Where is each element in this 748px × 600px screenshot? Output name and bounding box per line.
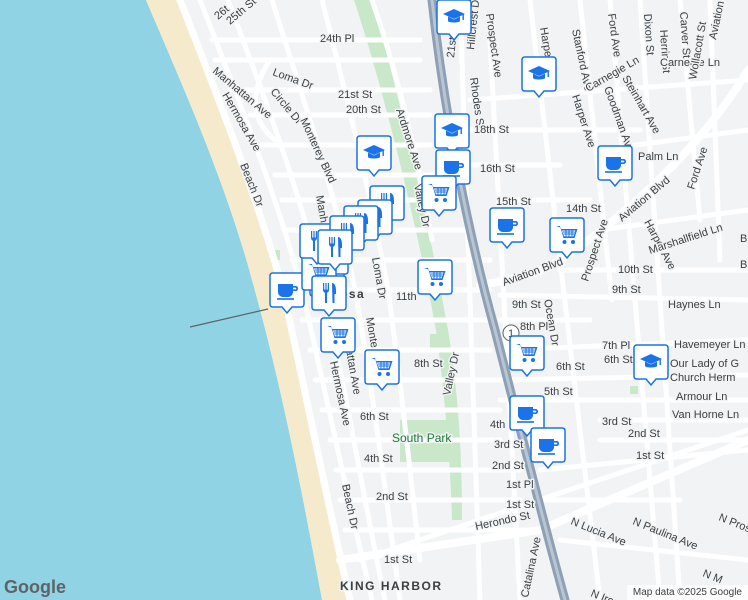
- street-label-11th-st: 11th: [396, 291, 417, 303]
- map-marker-cafe-4[interactable]: [269, 272, 305, 315]
- map-marker-cafe-2[interactable]: [597, 145, 633, 188]
- street-label-1st-st: 1st St: [384, 554, 412, 566]
- street-label-armour-ln: Armour Ln: [676, 391, 727, 403]
- street-label-15th-st: 15th St: [496, 196, 531, 208]
- street-label-1st-st-m: 1st St: [506, 499, 534, 511]
- map-marker-school-4[interactable]: [356, 135, 392, 178]
- street-label-havemeyer-ln: Havemeyer Ln: [674, 339, 746, 351]
- street-label-1st-st-e: 1st St: [636, 450, 664, 462]
- street-label-b: B: [740, 233, 747, 245]
- street-label-van-horne-ln: Van Horne Ln: [672, 409, 739, 421]
- street-label-6th-st-m: 6th St: [556, 361, 585, 373]
- street-label-2nd-st-e: 2nd St: [628, 428, 660, 440]
- map-marker-shop-5[interactable]: [364, 349, 400, 392]
- street-label-8th-st: 8th St: [414, 358, 443, 370]
- street-label-church-2: Church Herm: [670, 372, 735, 384]
- street-label-10th-st: 10th St: [618, 264, 653, 276]
- street-label-20th-st: 20th St: [346, 104, 381, 116]
- map-marker-school-5[interactable]: [633, 344, 669, 387]
- street-label-18th-st: 18th St: [474, 124, 509, 136]
- street-label-9th-st-e: 9th St: [612, 284, 641, 296]
- street-label-5th-st: 5th St: [544, 386, 573, 398]
- street-label-2nd-st: 2nd St: [376, 491, 408, 503]
- street-label-7th-pl: 7th Pl: [602, 340, 630, 352]
- street-label-haynes-ln: Haynes Ln: [668, 299, 721, 311]
- map-marker-cafe-3[interactable]: [489, 207, 525, 250]
- map-marker-school-1[interactable]: [436, 0, 472, 42]
- street-label-24th-pl: 24th Pl: [320, 33, 354, 45]
- map-marker-shop-1[interactable]: [421, 175, 457, 218]
- street-label-16th-st: 16th St: [480, 163, 515, 175]
- street-label-8th-pl: 8th Pl: [520, 321, 548, 333]
- street-label-south-park: South Park: [392, 431, 452, 445]
- street-label-4th-st-m: 4th: [490, 419, 505, 431]
- street-label-14th-st: 14th St: [566, 203, 601, 215]
- map-marker-school-2[interactable]: [521, 56, 557, 99]
- map-marker-shop-4[interactable]: [320, 317, 356, 360]
- map-marker-food-7[interactable]: [317, 229, 353, 272]
- park-small-3: [630, 386, 638, 394]
- street-label-bl: Bl: [740, 259, 748, 271]
- street-label-6th-st: 6th St: [360, 411, 389, 423]
- street-label-king-harbor: KING HARBOR: [340, 579, 443, 593]
- map-marker-school-3[interactable]: [434, 113, 470, 156]
- map-marker-shop-3[interactable]: [417, 259, 453, 302]
- map-marker-food-4[interactable]: [311, 275, 347, 318]
- street-label-1st-pl: 1st Pl: [506, 479, 534, 491]
- map-canvas[interactable]: 1 26t25th St24th PlLoma DrManhattan AveC…: [0, 0, 748, 600]
- map-attribution[interactable]: Map data ©2025 Google: [626, 585, 748, 600]
- map-marker-shop-2[interactable]: [549, 217, 585, 260]
- street-label-3rd-st-e: 3rd St: [602, 416, 631, 428]
- street-label-church-1: Our Lady of G: [670, 358, 739, 370]
- street-label-4th-st: 4th St: [364, 453, 393, 465]
- street-label-2nd-st-m: 2nd St: [492, 460, 524, 472]
- street-label-3rd-st: 3rd St: [494, 439, 523, 451]
- street-label-palm-ln: Palm Ln: [638, 151, 678, 163]
- map-marker-cafe-6[interactable]: [530, 427, 566, 470]
- google-logo: Google: [4, 577, 66, 597]
- park-small-2: [430, 334, 438, 348]
- marker-background: [311, 275, 347, 318]
- marker-background: [317, 229, 353, 272]
- map-marker-shop-6[interactable]: [509, 335, 545, 378]
- street-label-6th-st-e: 6th St: [604, 354, 633, 366]
- street-label-9th-st: 9th St: [512, 299, 541, 311]
- street-label-21st-st: 21st St: [338, 89, 372, 101]
